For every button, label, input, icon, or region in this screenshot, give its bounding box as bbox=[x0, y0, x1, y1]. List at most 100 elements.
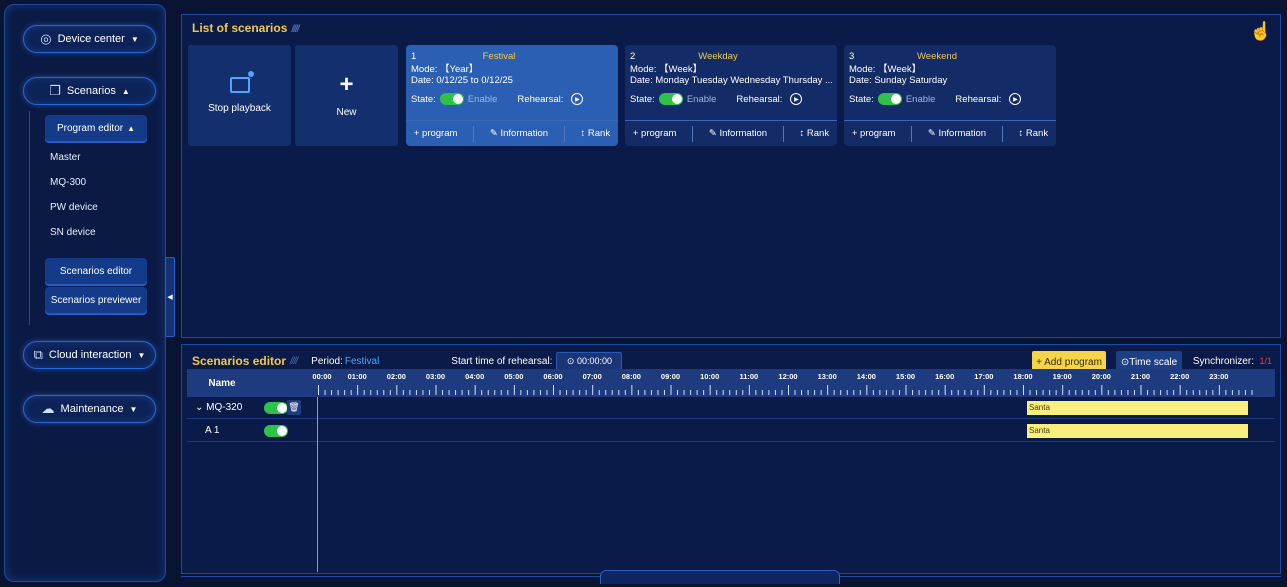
divider bbox=[563, 125, 565, 142]
clock-icon: ⊙ bbox=[1120, 356, 1130, 368]
table-row[interactable]: ⌄ MQ-320 🗑 Santa bbox=[187, 397, 1275, 419]
maintenance-button[interactable]: ☁ Maintenance ▼ bbox=[23, 395, 156, 423]
chevron-up-icon: ▲ bbox=[121, 86, 130, 96]
synchronizer-label: Synchronizer: bbox=[1192, 356, 1254, 367]
tick-label: 00:00 bbox=[312, 372, 332, 381]
add-program-link[interactable]: + program bbox=[852, 128, 896, 139]
row-name: A 1 bbox=[205, 425, 220, 436]
rehearsal-play-icon[interactable]: ▶ bbox=[571, 93, 584, 105]
collapse-sidebar-handle[interactable]: ◀ bbox=[165, 257, 175, 337]
table-row[interactable]: A 1 Santa bbox=[187, 420, 1275, 442]
tick-label: 13:00 bbox=[817, 372, 837, 381]
scenario-card[interactable]: 1 Festival Mode: 【Year】 Date: 0/12/25 to … bbox=[406, 45, 618, 146]
add-program-link[interactable]: + program bbox=[633, 128, 677, 139]
rehearsal-start-input[interactable]: ⊙ 00:00:00 bbox=[556, 352, 623, 370]
card-rehearsal-label: Rehearsal: bbox=[955, 93, 1002, 105]
title-slashes: //// bbox=[291, 24, 299, 35]
timeline-header: Name 00:00 01:00 02:00 03:00 04:00 05:00 06:00… bbox=[187, 369, 1275, 397]
sidebar-item-mq-300[interactable]: MQ-300 bbox=[50, 177, 86, 188]
tick-label: 05:00 bbox=[504, 372, 524, 381]
program-bar[interactable]: Santa bbox=[1027, 401, 1248, 415]
rehearsal-play-icon[interactable]: ▶ bbox=[790, 93, 803, 105]
divider bbox=[1001, 125, 1003, 142]
period-value: Festival bbox=[344, 355, 380, 367]
card-enable-toggle[interactable] bbox=[658, 93, 683, 105]
card-enable-toggle[interactable] bbox=[877, 93, 902, 105]
program-bar[interactable]: Santa bbox=[1027, 424, 1248, 438]
tick-label: 04:00 bbox=[465, 372, 485, 381]
tick-label: 01:00 bbox=[347, 372, 367, 381]
plus-icon: + bbox=[339, 71, 354, 98]
edit-icon: ✎ bbox=[489, 128, 501, 139]
tick-label: 07:00 bbox=[582, 372, 602, 381]
card-number: 3 bbox=[849, 50, 855, 62]
scenarios-editor-button[interactable]: Scenarios editor bbox=[45, 258, 147, 284]
add-program-link[interactable]: + program bbox=[414, 128, 458, 139]
scenarios-previewer-button[interactable]: Scenarios previewer bbox=[45, 287, 147, 313]
tick-label: 14:00 bbox=[856, 372, 876, 381]
program-editor-button[interactable]: Program editor ▲ bbox=[45, 115, 147, 141]
card-state-label: State: bbox=[849, 93, 874, 105]
card-mode: Mode: 【Week】 bbox=[630, 64, 703, 74]
rank-label: Rank bbox=[806, 128, 830, 139]
information-label: Information bbox=[500, 128, 549, 139]
tick-label: 11:00 bbox=[739, 372, 759, 381]
trash-icon[interactable]: 🗑 bbox=[287, 400, 301, 415]
scenario-card[interactable]: 3 Weekend Mode: 【Week】 Date: Sunday Satur… bbox=[844, 45, 1056, 146]
row-name: ⌄ MQ-320 bbox=[195, 402, 242, 413]
rank-link[interactable]: ↕ Rank bbox=[800, 128, 830, 139]
scenarios-button[interactable]: ❐ Scenarios ▲ bbox=[23, 77, 156, 105]
card-name: Weekday bbox=[698, 50, 738, 62]
hand-pointer-icon[interactable]: ☝ bbox=[1250, 21, 1272, 42]
new-label: New bbox=[336, 107, 357, 118]
rank-link[interactable]: ↕ Rank bbox=[581, 128, 611, 139]
stop-playback-label: Stop playback bbox=[208, 103, 271, 114]
rehearsal-play-icon[interactable]: ▶ bbox=[1009, 93, 1022, 105]
row-enable-toggle[interactable] bbox=[264, 402, 288, 414]
tick-label: 18:00 bbox=[1013, 372, 1033, 381]
stop-playback-icon bbox=[229, 71, 254, 93]
divider bbox=[782, 125, 784, 142]
information-link[interactable]: ✎ Information bbox=[928, 128, 986, 139]
tick-label: 20:00 bbox=[1091, 372, 1111, 381]
tick-label: 03:00 bbox=[425, 372, 446, 381]
card-enable-label: Enable bbox=[467, 93, 498, 105]
sidebar-item-pw-device[interactable]: PW device bbox=[50, 202, 98, 213]
tick-label: 22:00 bbox=[1170, 372, 1190, 381]
sidebar: ◎ Device center ▼ ❐ Scenarios ▲ Program … bbox=[4, 4, 175, 582]
cloud-interaction-button[interactable]: ⧉ Cloud interaction ▼ bbox=[23, 341, 156, 369]
information-link[interactable]: ✎ Information bbox=[709, 128, 767, 139]
edit-icon: ✎ bbox=[927, 128, 939, 139]
tick-label: 10:00 bbox=[700, 372, 720, 381]
card-date: Date: Monday Tuesday Wednesday Thursday … bbox=[630, 74, 832, 86]
synchronizer-value: 1/1 bbox=[1259, 356, 1272, 366]
editor-header: Scenarios editor //// Period: Festival S… bbox=[192, 351, 1274, 373]
maintenance-label: Maintenance bbox=[60, 403, 124, 415]
stop-playback-button[interactable]: Stop playback bbox=[188, 45, 291, 146]
tick-label: 17:00 bbox=[974, 372, 994, 381]
device-center-button[interactable]: ◎ Device center ▼ bbox=[23, 25, 156, 53]
led-icon: ◎ bbox=[40, 31, 52, 46]
chevron-down-icon: ▼ bbox=[129, 404, 138, 414]
card-date: Date: Sunday Saturday bbox=[849, 74, 948, 86]
tick-label: 23:00 bbox=[1209, 372, 1229, 381]
sidebar-item-sn-device[interactable]: SN device bbox=[50, 227, 96, 238]
timeline-cursor[interactable] bbox=[317, 397, 318, 572]
row-enable-toggle[interactable] bbox=[264, 425, 288, 437]
scenarios-list-panel: List of scenarios//// ☝ Stop playback + … bbox=[181, 14, 1281, 338]
rank-link[interactable]: ↕ Rank bbox=[1019, 128, 1049, 139]
cloud-interaction-label: Cloud interaction bbox=[48, 349, 132, 361]
information-link[interactable]: ✎ Information bbox=[490, 128, 548, 139]
sidebar-item-master[interactable]: Master bbox=[50, 152, 81, 163]
period-label: Period: bbox=[311, 355, 343, 367]
rank-label: Rank bbox=[587, 128, 611, 139]
card-rehearsal-label: Rehearsal: bbox=[517, 93, 564, 105]
information-label: Information bbox=[719, 128, 768, 139]
card-enable-label: Enable bbox=[686, 93, 717, 105]
scenarios-editor-panel: Scenarios editor //// Period: Festival S… bbox=[181, 344, 1281, 574]
name-column-header: Name bbox=[208, 377, 236, 389]
card-mode: Mode: 【Week】 bbox=[849, 64, 922, 74]
card-enable-toggle[interactable] bbox=[439, 93, 464, 105]
scenario-card[interactable]: 2 Weekday Mode: 【Week】 Date: Monday Tuesd… bbox=[625, 45, 837, 146]
new-scenario-button[interactable]: + New bbox=[295, 45, 398, 146]
